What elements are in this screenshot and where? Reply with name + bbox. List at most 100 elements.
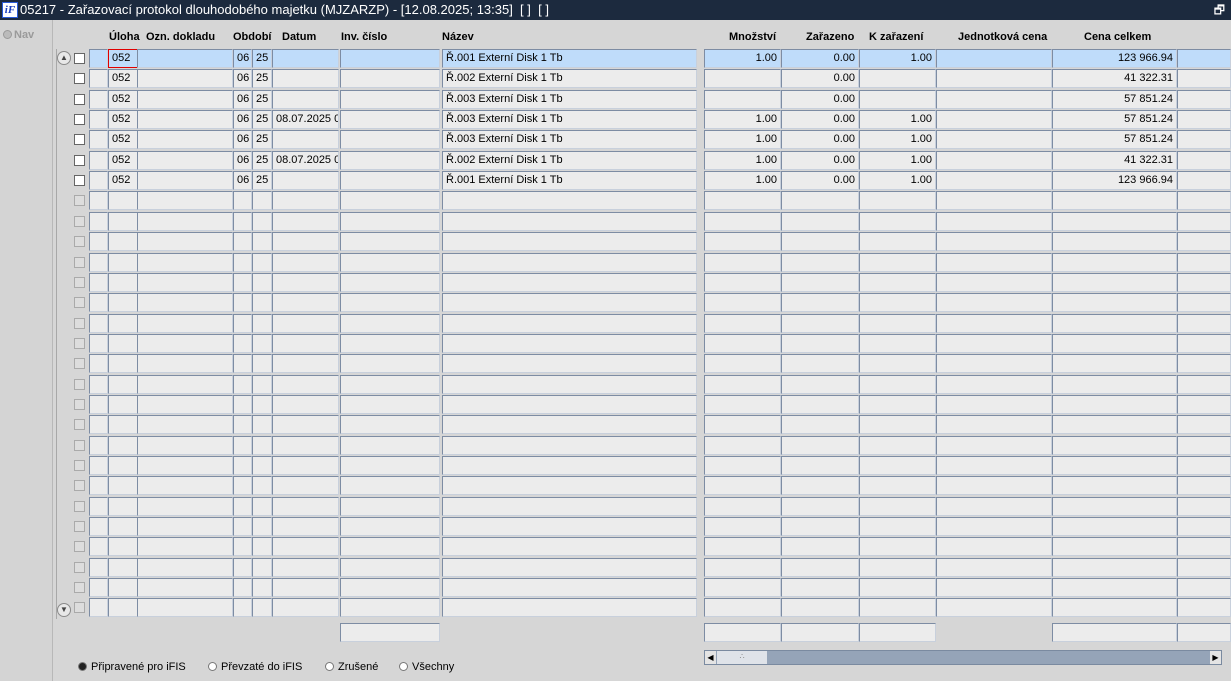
cell-ozn[interactable]	[137, 333, 233, 353]
cell-inv[interactable]	[340, 394, 440, 414]
cell-obd2[interactable]	[252, 496, 272, 516]
cell-nazev[interactable]	[442, 456, 697, 475]
cell-extra[interactable]	[1177, 435, 1231, 455]
cell-jedn[interactable]	[936, 211, 1052, 231]
cell-zarazeno[interactable]	[781, 354, 859, 374]
cell-uloha[interactable]	[108, 517, 138, 537]
cell-zarazeno[interactable]	[781, 557, 859, 577]
cell-datum[interactable]	[272, 89, 339, 109]
cell-extra[interactable]	[1177, 333, 1231, 353]
cell-cena[interactable]	[1052, 496, 1177, 516]
cell-uloha[interactable]	[108, 394, 138, 414]
cell-obd2[interactable]	[252, 557, 272, 577]
cell-obd2[interactable]: 25	[252, 110, 272, 130]
cell-inv[interactable]	[340, 171, 440, 191]
cell-kzarazeni[interactable]: 1.00	[859, 110, 936, 130]
cell-obd1[interactable]: 06	[233, 130, 252, 150]
row-indicator-cell[interactable]	[89, 313, 108, 333]
cell-nazev[interactable]	[442, 557, 697, 577]
restore-icon[interactable]: 🗗	[1214, 0, 1225, 20]
cell-obd2[interactable]	[252, 456, 272, 475]
row-checkbox[interactable]	[74, 236, 85, 248]
row-checkbox[interactable]	[74, 561, 85, 573]
row-checkbox[interactable]	[74, 93, 85, 105]
cell-kzarazeni[interactable]	[859, 211, 936, 231]
row-checkbox[interactable]	[74, 337, 85, 349]
cell-cena[interactable]: 123 966.94	[1052, 171, 1177, 191]
cell-kzarazeni[interactable]	[859, 272, 936, 292]
cell-jedn[interactable]	[936, 537, 1052, 557]
cell-mnozstvi[interactable]	[704, 69, 781, 89]
cell-uloha[interactable]	[108, 374, 138, 394]
cell-zarazeno[interactable]	[781, 293, 859, 313]
cell-cena[interactable]	[1052, 598, 1177, 618]
cell-uloha[interactable]: 052	[108, 171, 138, 191]
cell-datum[interactable]: 08.07.2025 0	[272, 110, 339, 130]
cell-inv[interactable]	[340, 435, 440, 455]
cell-ozn[interactable]	[137, 150, 233, 170]
cell-cena[interactable]: 41 322.31	[1052, 150, 1177, 170]
cell-obd2[interactable]: 25	[252, 171, 272, 191]
cell-cena[interactable]	[1052, 537, 1177, 557]
cell-mnozstvi[interactable]	[704, 578, 781, 598]
cell-mnozstvi[interactable]	[704, 191, 781, 211]
cell-obd2[interactable]	[252, 232, 272, 252]
cell-obd1[interactable]: 06	[233, 171, 252, 191]
cell-kzarazeni[interactable]	[859, 456, 936, 475]
row-checkbox[interactable]	[74, 480, 85, 492]
cell-kzarazeni[interactable]: 1.00	[859, 130, 936, 150]
cell-nazev[interactable]	[442, 211, 697, 231]
filter-radio[interactable]: Převzaté do iFIS	[208, 661, 302, 673]
cell-jedn[interactable]	[936, 150, 1052, 170]
filter-radio[interactable]: Zrušené	[325, 661, 378, 673]
cell-mnozstvi[interactable]	[704, 313, 781, 333]
cell-obd1[interactable]	[233, 333, 252, 353]
row-checkbox[interactable]	[74, 378, 85, 390]
cell-obd2[interactable]	[252, 374, 272, 394]
cell-obd1[interactable]: 06	[233, 110, 252, 130]
vertical-scrollbar[interactable]: ▲ ▼	[56, 49, 71, 619]
cell-ozn[interactable]	[137, 49, 233, 68]
cell-ozn[interactable]	[137, 272, 233, 292]
cell-obd2[interactable]	[252, 517, 272, 537]
cell-uloha[interactable]: 052	[108, 110, 138, 130]
scroll-right-icon[interactable]: ▶	[1210, 651, 1221, 664]
cell-uloha[interactable]	[108, 415, 138, 435]
horizontal-scrollbar[interactable]: ◀ ∴ ▶	[704, 650, 1222, 665]
cell-obd2[interactable]	[252, 537, 272, 557]
row-checkbox[interactable]	[74, 317, 85, 329]
cell-obd1[interactable]	[233, 496, 252, 516]
cell-obd1[interactable]	[233, 435, 252, 455]
cell-zarazeno[interactable]	[781, 598, 859, 618]
cell-datum[interactable]	[272, 69, 339, 89]
cell-uloha[interactable]	[108, 252, 138, 272]
cell-datum[interactable]	[272, 415, 339, 435]
cell-datum[interactable]	[272, 496, 339, 516]
cell-extra[interactable]	[1177, 557, 1231, 577]
cell-datum[interactable]	[272, 374, 339, 394]
cell-extra[interactable]	[1177, 313, 1231, 333]
cell-datum[interactable]	[272, 49, 339, 68]
cell-kzarazeni[interactable]	[859, 374, 936, 394]
cell-kzarazeni[interactable]	[859, 313, 936, 333]
row-indicator-cell[interactable]	[89, 517, 108, 537]
cell-mnozstvi[interactable]	[704, 537, 781, 557]
cell-jedn[interactable]	[936, 598, 1052, 618]
cell-datum[interactable]	[272, 171, 339, 191]
cell-uloha[interactable]: 052	[108, 69, 138, 89]
cell-nazev[interactable]	[442, 476, 697, 496]
cell-cena[interactable]	[1052, 415, 1177, 435]
cell-ozn[interactable]	[137, 89, 233, 109]
cell-obd1[interactable]: 06	[233, 89, 252, 109]
cell-nazev[interactable]: Ř.003 Externí Disk 1 Tb	[442, 89, 697, 109]
cell-mnozstvi[interactable]: 1.00	[704, 171, 781, 191]
cell-obd2[interactable]: 25	[252, 89, 272, 109]
cell-obd1[interactable]	[233, 293, 252, 313]
row-checkbox[interactable]	[74, 215, 85, 227]
cell-obd2[interactable]: 25	[252, 150, 272, 170]
cell-zarazeno[interactable]	[781, 374, 859, 394]
cell-jedn[interactable]	[936, 272, 1052, 292]
cell-ozn[interactable]	[137, 394, 233, 414]
cell-inv[interactable]	[340, 69, 440, 89]
cell-extra[interactable]	[1177, 49, 1231, 68]
